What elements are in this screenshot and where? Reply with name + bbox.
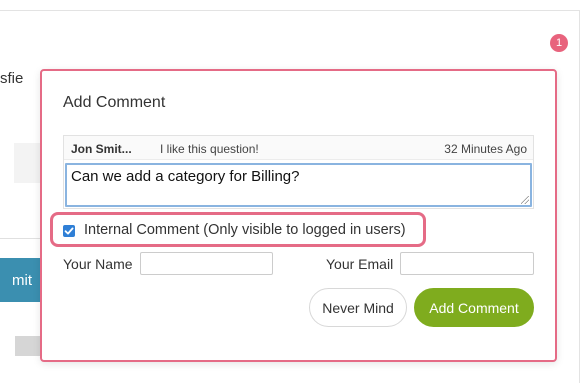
notification-badge[interactable]: 1 [550,34,568,52]
checkmark-icon [64,227,74,235]
existing-comment: Jon Smit... I like this question! 32 Min… [64,136,533,160]
never-mind-button[interactable]: Never Mind [309,288,407,327]
internal-comment-checkbox[interactable] [63,225,75,237]
comment-timestamp: 32 Minutes Ago [444,142,527,156]
your-name-input[interactable] [140,252,273,275]
background-gray-block [14,143,42,183]
your-email-input[interactable] [400,252,534,275]
background-heading-fragment: sfie [0,70,24,87]
internal-comment-option[interactable]: Internal Comment (Only visible to logged… [50,212,426,247]
add-comment-modal: Add Comment Jon Smit... I like this ques… [40,69,557,362]
notification-count: 1 [555,37,563,49]
background-gray-bar [15,336,43,356]
modal-title: Add Comment [63,94,166,111]
background-submit-button-label: mit [12,271,32,289]
comment-text: I like this question! [160,142,259,156]
never-mind-button-label: Never Mind [322,299,394,316]
internal-comment-label: Internal Comment (Only visible to logged… [84,222,406,238]
add-comment-button[interactable]: Add Comment [414,288,534,327]
add-comment-button-label: Add Comment [429,299,519,316]
comment-box: Jon Smit... I like this question! 32 Min… [63,135,534,209]
comment-author: Jon Smit... [71,142,132,156]
your-name-label: Your Name [63,256,133,272]
resize-grip-icon[interactable] [521,196,529,204]
background-submit-button[interactable]: mit [0,258,44,302]
page-stage: sfie mit 1 Add Comment Jon Smit... I lik… [0,0,582,383]
comment-textarea[interactable]: Can we add a category for Billing? [65,163,532,207]
background-divider [0,238,40,239]
your-email-label: Your Email [326,256,394,272]
